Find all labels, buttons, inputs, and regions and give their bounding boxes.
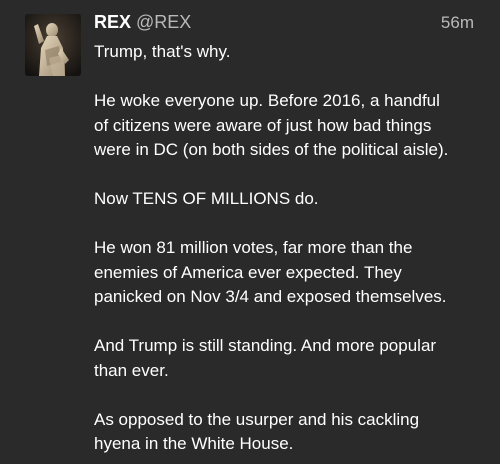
post-line: enemies of America ever expected. They xyxy=(94,262,402,282)
post-line: Now TENS OF MILLIONS do. xyxy=(94,189,319,208)
post-paragraph: He won 81 million votes, far more than t… xyxy=(94,236,494,310)
author-display-name[interactable]: REX xyxy=(94,12,131,33)
post-paragraph: He woke everyone up. Before 2016, a hand… xyxy=(94,89,494,163)
post-line: Trump, that's why. xyxy=(94,42,231,61)
post-paragraph: Trump, that's why. xyxy=(94,40,494,65)
post-paragraph: As opposed to the usurper and his cackli… xyxy=(94,408,494,457)
post-line: panicked on Nov 3/4 and exposed themselv… xyxy=(94,287,447,306)
post-line: As opposed to the usurper and his cackli… xyxy=(94,409,420,429)
post-line: hyena in the White House. xyxy=(94,434,294,453)
post-line: And Trump is still standing. And more po… xyxy=(94,336,437,355)
post-line: than ever. xyxy=(94,360,169,380)
post-header: REX @REX 56m xyxy=(94,12,474,36)
post-timestamp[interactable]: 56m xyxy=(441,13,474,33)
post-line: He won 81 million votes, far more than t… xyxy=(94,238,413,257)
post-line: were in DC (on both sides of the politic… xyxy=(94,140,449,159)
author-handle[interactable]: @REX xyxy=(136,12,191,33)
post-paragraph: Now TENS OF MILLIONS do. xyxy=(94,187,494,212)
avatar[interactable] xyxy=(25,14,81,76)
post-line: of citizens were aware of just how bad t… xyxy=(94,115,432,135)
post-paragraph: And Trump is still standing. And more po… xyxy=(94,334,494,383)
post-card: REX @REX 56m Trump, that's why. He woke … xyxy=(0,0,500,464)
post-body: Trump, that's why. He woke everyone up. … xyxy=(94,40,494,457)
post-line: He woke everyone up. Before 2016, a hand… xyxy=(94,91,440,110)
statue-avatar-icon xyxy=(25,14,81,76)
